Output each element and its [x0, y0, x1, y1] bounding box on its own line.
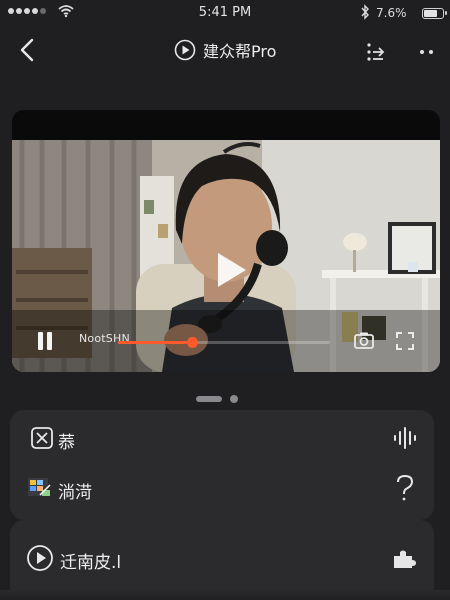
progress-fill [118, 341, 193, 344]
bluetooth-icon [361, 4, 369, 20]
tool-settings-icon[interactable] [362, 39, 388, 65]
audio-wave-icon[interactable] [392, 426, 418, 450]
pause-icon[interactable] [34, 330, 56, 352]
play-circle-icon [27, 545, 53, 571]
nav-title: 建众帮Pro [174, 37, 276, 63]
fullscreen-icon[interactable] [394, 330, 416, 352]
page-title: 建众帮Pro [203, 42, 277, 61]
page-indicator-active [196, 396, 222, 402]
row-label[interactable]: 菾 [58, 428, 75, 453]
battery-percent: 7.6% [376, 6, 407, 20]
row-label[interactable]: 迁南皮.l [60, 548, 121, 573]
question-icon[interactable] [394, 474, 416, 502]
puzzle-icon[interactable] [392, 548, 418, 570]
more-icon[interactable] [414, 39, 440, 65]
battery-level [424, 10, 437, 17]
play-circle-icon [174, 39, 196, 61]
snapshot-icon[interactable] [353, 331, 375, 351]
back-chevron-icon[interactable] [12, 34, 44, 66]
nav-bar: 建众帮Pro [0, 28, 450, 74]
x-square-icon [31, 427, 53, 449]
video-top-bar [12, 110, 440, 140]
settings-card: 菾 淌渮 [10, 410, 434, 520]
page-indicator [196, 395, 238, 403]
video-player[interactable]: NootSHN [12, 110, 440, 372]
progress-track[interactable] [118, 337, 330, 348]
bottom-fade [0, 590, 450, 600]
settings-card: 迁南皮.l [10, 520, 434, 600]
progress-thumb[interactable] [187, 337, 199, 348]
pixel-image-icon [28, 478, 51, 496]
battery-icon [422, 8, 447, 19]
status-bar: 5:41 PM 7.6% [0, 0, 450, 26]
player-controls: NootSHN [12, 320, 440, 364]
play-icon[interactable] [214, 251, 248, 289]
page-indicator-dot[interactable] [230, 395, 238, 403]
row-label[interactable]: 淌渮 [58, 478, 92, 503]
